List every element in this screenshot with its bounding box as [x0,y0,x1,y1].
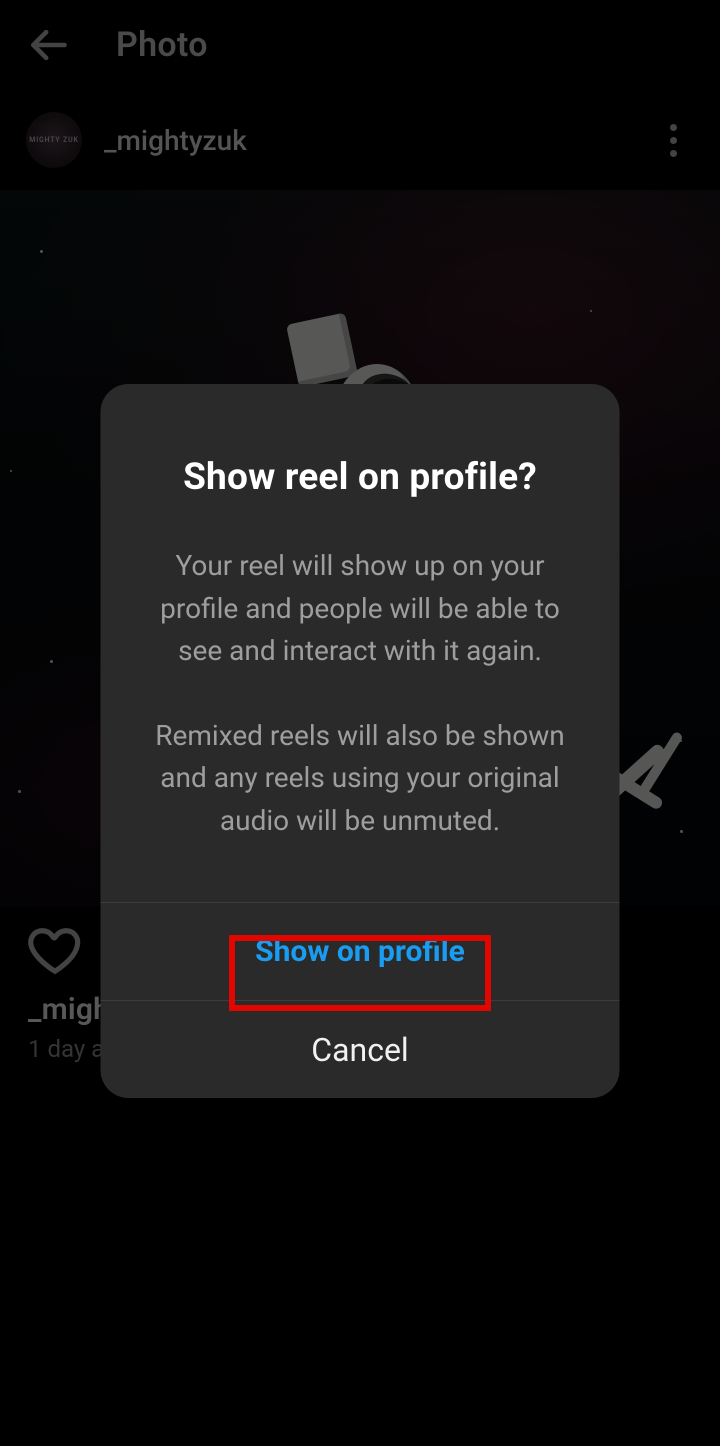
dialog-body: Show reel on profile? Your reel will sho… [101,384,620,902]
dialog-title: Show reel on profile? [147,456,574,499]
dialog-paragraph: Your reel will show up on your profile a… [147,545,574,673]
confirm-dialog: Show reel on profile? Your reel will sho… [101,384,620,1098]
cancel-button[interactable]: Cancel [101,1001,620,1098]
dialog-paragraph: Remixed reels will also be shown and any… [147,715,574,843]
show-on-profile-button[interactable]: Show on profile [101,903,620,1000]
